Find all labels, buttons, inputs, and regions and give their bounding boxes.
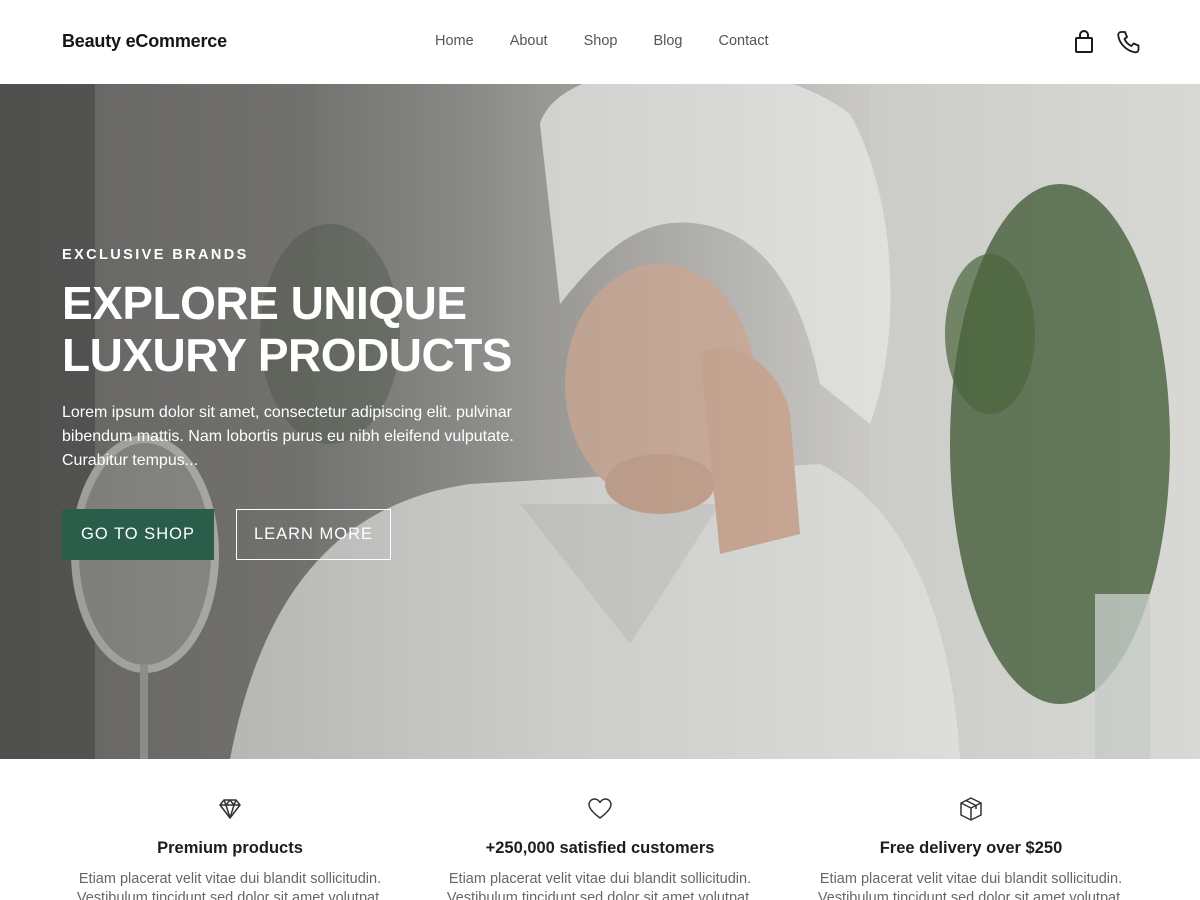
main-nav: Home About Shop Blog Contact (435, 33, 768, 49)
package-icon (957, 795, 985, 823)
heart-icon (586, 795, 614, 823)
features-section: Premium products Etiam placerat velit vi… (0, 759, 1200, 900)
hero-headline-line-1: EXPLORE UNIQUE (62, 277, 467, 329)
feature-text: Etiam placerat velit vitae dui blandit s… (817, 871, 1125, 900)
shopping-bag-icon[interactable] (1070, 28, 1098, 56)
nav-blog[interactable]: Blog (653, 33, 682, 49)
hero-banner: EXCLUSIVE BRANDS EXPLORE UNIQUE LUXURY P… (0, 84, 1200, 759)
hero-description: Lorem ipsum dolor sit amet, consectetur … (62, 404, 514, 469)
nav-shop[interactable]: Shop (584, 33, 618, 49)
learn-more-button[interactable]: LEARN MORE (236, 509, 391, 560)
brand-logo[interactable]: Beauty eCommerce (62, 31, 227, 52)
feature-title: Free delivery over $250 (879, 839, 1063, 857)
diamond-icon (216, 795, 244, 823)
nav-contact[interactable]: Contact (719, 33, 769, 49)
header-actions (1070, 28, 1142, 56)
hero-content: EXCLUSIVE BRANDS EXPLORE UNIQUE LUXURY P… (62, 247, 532, 560)
feature-title: Premium products (157, 839, 303, 857)
phone-icon[interactable] (1114, 28, 1142, 56)
hero-headline-line-2: LUXURY PRODUCTS (62, 329, 512, 381)
hero-actions: GO TO SHOP LEARN MORE (62, 509, 532, 560)
feature-text: Etiam placerat velit vitae dui blandit s… (76, 871, 384, 900)
feature-text: Etiam placerat velit vitae dui blandit s… (446, 871, 754, 900)
feature-title: +250,000 satisfied customers (485, 839, 715, 857)
nav-about[interactable]: About (510, 33, 548, 49)
site-header: Beauty eCommerce Home About Shop Blog Co… (0, 0, 1200, 84)
hero-eyebrow: EXCLUSIVE BRANDS (62, 247, 249, 263)
hero-headline: EXPLORE UNIQUE LUXURY PRODUCTS (62, 277, 532, 381)
nav-home[interactable]: Home (435, 33, 474, 49)
go-to-shop-button[interactable]: GO TO SHOP (62, 509, 214, 560)
